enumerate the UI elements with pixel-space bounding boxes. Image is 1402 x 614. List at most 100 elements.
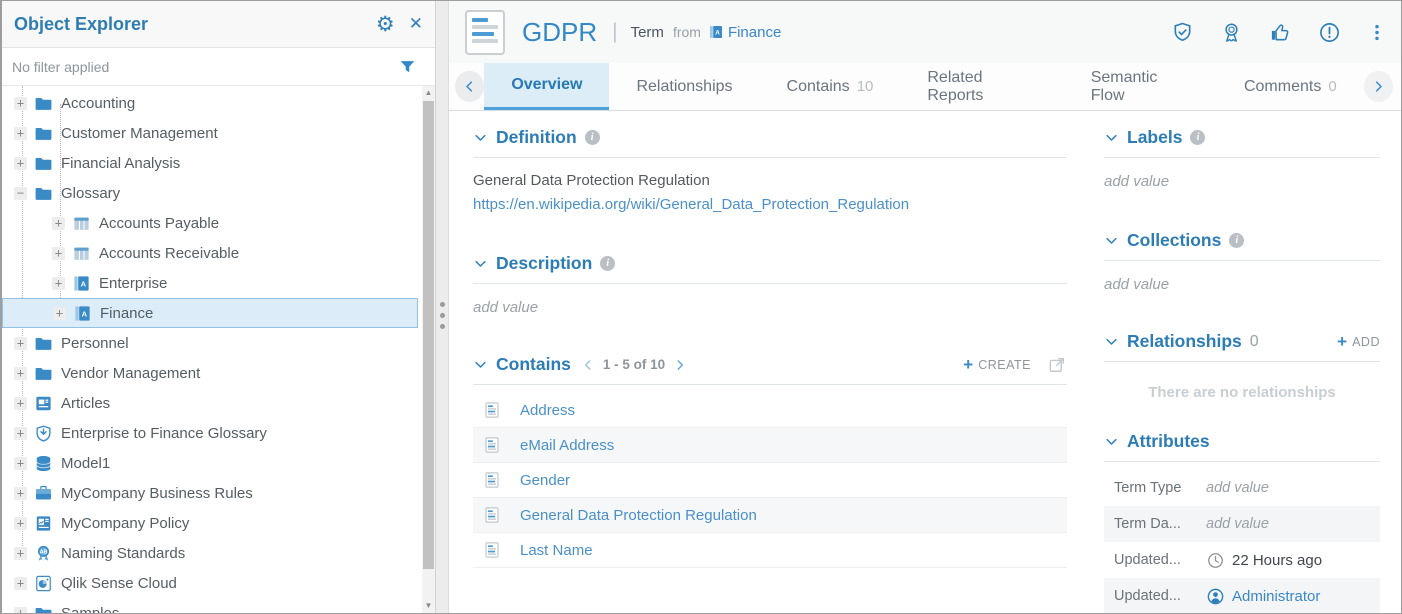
shield-check-icon[interactable]	[1171, 21, 1194, 44]
tab-comments[interactable]: Comments0	[1217, 63, 1364, 110]
info-icon[interactable]: i	[585, 130, 600, 145]
attribute-row-term-type[interactable]: Term Type add value	[1104, 470, 1380, 506]
attribute-label: Term Da...	[1114, 516, 1206, 532]
tab-contains[interactable]: Contains10	[760, 63, 901, 110]
thumbs-up-icon[interactable]	[1269, 21, 1292, 44]
tabs-scroll-right-button[interactable]	[1364, 71, 1393, 102]
expander-icon[interactable]: +	[14, 127, 27, 140]
expander-icon[interactable]: +	[14, 547, 27, 560]
certification-rosette-icon[interactable]	[1220, 21, 1243, 44]
expander-icon[interactable]: +	[14, 517, 27, 530]
description-section-header: Description i	[473, 253, 1067, 284]
definition-link[interactable]: https://en.wikipedia.org/wiki/General_Da…	[473, 196, 1067, 213]
expander-icon[interactable]: +	[53, 307, 66, 320]
expander-icon[interactable]: +	[52, 277, 65, 290]
close-icon[interactable]: ✕	[409, 14, 423, 34]
add-relationship-button[interactable]: + ADD	[1337, 332, 1380, 352]
tab-label: Related Reports	[927, 69, 1036, 105]
expander-icon[interactable]: +	[14, 427, 27, 440]
origin-link[interactable]: Finance	[728, 24, 781, 41]
info-icon[interactable]: i	[600, 256, 615, 271]
tree-item-financial-analysis[interactable]: +Financial Analysis	[2, 148, 422, 178]
tree-item-naming-standards[interactable]: +Naming Standards	[2, 538, 422, 568]
chevron-down-icon[interactable]	[1104, 434, 1119, 449]
expander-icon[interactable]: +	[14, 457, 27, 470]
tree-item-vendor-management[interactable]: +Vendor Management	[2, 358, 422, 388]
definition-text[interactable]: General Data Protection Regulation	[473, 172, 1067, 189]
tree-item-enterprise[interactable]: +Enterprise	[2, 268, 422, 298]
chevron-down-icon[interactable]	[1104, 130, 1119, 145]
tree-item-mycompany-policy[interactable]: +MyCompany Policy	[2, 508, 422, 538]
tree-item-customer-management[interactable]: +Customer Management	[2, 118, 422, 148]
kebab-menu-icon[interactable]	[1367, 21, 1387, 44]
contains-item-gdpr[interactable]: General Data Protection Regulation	[473, 498, 1067, 533]
expander-icon[interactable]: +	[14, 337, 27, 350]
expander-icon[interactable]: +	[52, 217, 65, 230]
chevron-down-icon[interactable]	[1104, 334, 1119, 349]
collections-placeholder[interactable]: add value	[1104, 276, 1380, 293]
chevron-down-icon[interactable]	[473, 130, 488, 145]
description-placeholder[interactable]: add value	[473, 299, 1067, 316]
open-in-window-icon[interactable]	[1047, 355, 1067, 375]
panel-splitter[interactable]	[435, 1, 449, 613]
chevron-down-icon[interactable]	[473, 256, 488, 271]
expander-icon[interactable]: +	[14, 367, 27, 380]
attribute-row-term-data[interactable]: Term Da... add value	[1104, 506, 1380, 542]
page-previous-icon[interactable]	[581, 358, 595, 372]
attribute-placeholder[interactable]: add value	[1206, 516, 1269, 532]
tree-item-articles[interactable]: +Articles	[2, 388, 422, 418]
folder-icon	[34, 334, 53, 353]
tree-item-glossary[interactable]: −Glossary	[2, 178, 422, 208]
scrollbar-thumb[interactable]	[423, 101, 434, 569]
expander-icon[interactable]: +	[14, 607, 27, 614]
tree-item-accounts-payable[interactable]: +Accounts Payable	[2, 208, 422, 238]
contains-item-label: Last Name	[520, 542, 593, 559]
tree-item-label: Personnel	[61, 335, 129, 352]
create-button[interactable]: + CREATE	[963, 355, 1031, 375]
chevron-down-icon[interactable]	[473, 357, 488, 372]
tree-item-accounts-receivable[interactable]: +Accounts Receivable	[2, 238, 422, 268]
folder-icon	[34, 364, 53, 383]
attribute-placeholder[interactable]: add value	[1206, 480, 1269, 496]
tree-item-model1[interactable]: +Model1	[2, 448, 422, 478]
object-explorer-header: Object Explorer ⚙ ✕	[2, 1, 435, 48]
alert-circle-icon[interactable]	[1318, 21, 1341, 44]
tree-item-accounting[interactable]: +Accounting	[2, 88, 422, 118]
attribute-value[interactable]: Administrator	[1232, 588, 1320, 605]
tab-semantic-flow[interactable]: Semantic Flow	[1064, 63, 1217, 110]
tree-item-samples[interactable]: +Samples	[2, 598, 422, 613]
collapse-icon[interactable]: −	[14, 187, 27, 200]
contains-item-last-name[interactable]: Last Name	[473, 533, 1067, 568]
tree-item-qlik-sense-cloud[interactable]: +Qlik Sense Cloud	[2, 568, 422, 598]
expander-icon[interactable]: +	[14, 487, 27, 500]
expander-icon[interactable]: +	[14, 97, 27, 110]
contains-item-gender[interactable]: Gender	[473, 463, 1067, 498]
tab-related-reports[interactable]: Related Reports	[900, 63, 1063, 110]
tree-item-mycompany-business-rules[interactable]: +MyCompany Business Rules	[2, 478, 422, 508]
scroll-down-icon[interactable]: ▼	[422, 599, 435, 613]
splitter-handle-icon[interactable]	[440, 296, 445, 335]
tab-overview[interactable]: Overview	[484, 63, 609, 110]
expander-icon[interactable]: +	[14, 577, 27, 590]
contains-item-email-address[interactable]: eMail Address	[473, 428, 1067, 463]
expander-icon[interactable]: +	[14, 397, 27, 410]
filter-funnel-icon[interactable]	[398, 57, 417, 77]
plus-icon: +	[1337, 332, 1347, 352]
tree-item-personnel[interactable]: + Personnel	[2, 328, 422, 358]
attribute-label: Updated...	[1114, 552, 1206, 568]
expander-icon[interactable]: +	[52, 247, 65, 260]
tabs-scroll-left-button[interactable]	[455, 71, 484, 102]
expander-icon[interactable]: +	[14, 157, 27, 170]
chevron-down-icon[interactable]	[1104, 233, 1119, 248]
contains-item-address[interactable]: Address	[473, 393, 1067, 428]
settings-gear-icon[interactable]: ⚙	[376, 12, 395, 37]
scroll-up-icon[interactable]: ▲	[422, 86, 435, 100]
tree-scrollbar[interactable]: ▲ ▼	[422, 86, 435, 613]
tree-item-finance-selected[interactable]: +Finance	[2, 298, 418, 328]
info-icon[interactable]: i	[1190, 130, 1205, 145]
tree-item-enterprise-to-finance-glossary[interactable]: +Enterprise to Finance Glossary	[2, 418, 422, 448]
labels-placeholder[interactable]: add value	[1104, 173, 1380, 190]
page-next-icon[interactable]	[673, 358, 687, 372]
tab-relationships[interactable]: Relationships	[609, 63, 759, 110]
info-icon[interactable]: i	[1229, 233, 1244, 248]
